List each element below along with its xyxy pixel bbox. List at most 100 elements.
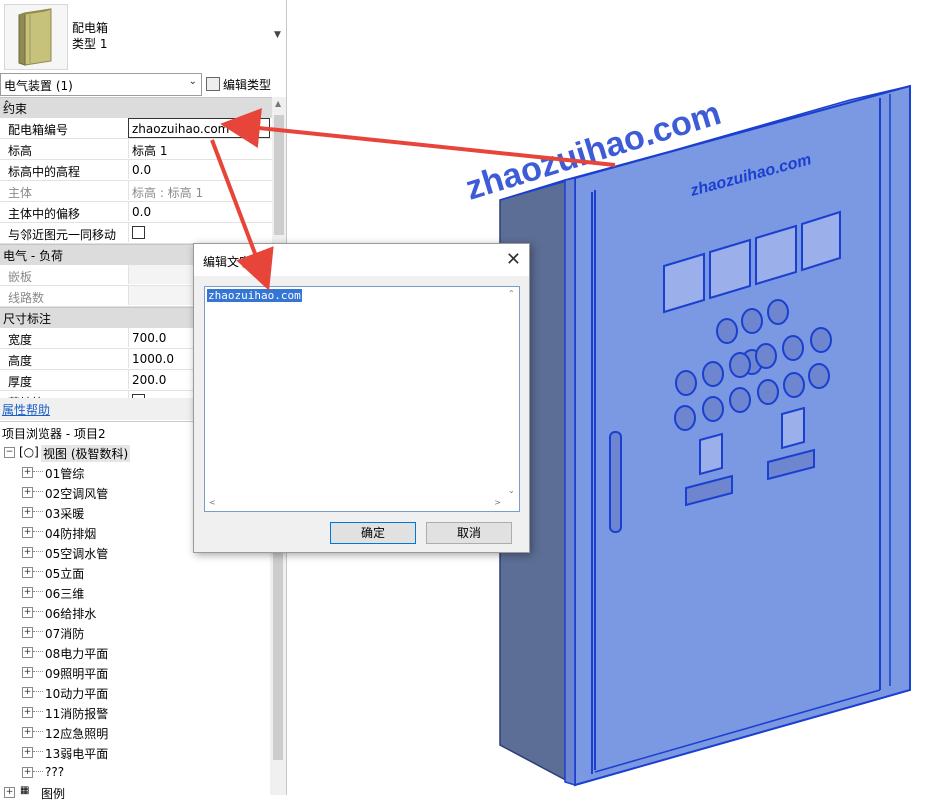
category-filter-select[interactable]: 电气装置 (1) ⌄ [0, 73, 202, 96]
tree-item-label: 10动力平面 [45, 687, 109, 701]
group-constraints[interactable]: 约束 ⌃ [0, 97, 272, 118]
expand-icon[interactable]: + [22, 727, 33, 738]
browser-title-text: 项目浏览器 - 项目2 [2, 427, 106, 441]
selected-text: zhaozuihao.com [207, 289, 302, 302]
tree-item-label: 12应急照明 [45, 727, 109, 741]
tree-connector [33, 671, 43, 672]
expand-icon[interactable]: + [22, 747, 33, 758]
expand-icon[interactable]: + [22, 547, 33, 558]
expand-icon[interactable]: + [22, 527, 33, 538]
scroll-left-icon[interactable]: < [209, 498, 216, 507]
legend-icon: ▦ [20, 785, 30, 796]
property-row: 主体 标高 : 标高 1 [0, 181, 272, 202]
textarea-vertical-scrollbar[interactable]: ⌃ ⌄ [505, 287, 519, 495]
door-handle [609, 431, 622, 533]
expand-icon[interactable]: + [22, 507, 33, 518]
tree-connector [33, 511, 43, 512]
tree-connector [33, 691, 43, 692]
tree-root-label: 图例 [41, 787, 66, 801]
property-row[interactable]: 标高中的高程 0.0 [0, 160, 272, 181]
expand-icon[interactable]: + [22, 667, 33, 678]
tree-item-label: 03采暖 [45, 507, 85, 521]
move-with-nearby-checkbox[interactable] [132, 226, 145, 239]
properties-help-link[interactable]: 属性帮助 [2, 401, 50, 418]
tree-root-legends[interactable]: + ▦ 图例 [0, 782, 270, 802]
tree-item[interactable]: +13弱电平面 [0, 742, 270, 762]
tree-item[interactable]: +06三维 [0, 582, 270, 602]
tree-item-label: 05立面 [45, 567, 85, 581]
edit-text-textarea[interactable]: zhaozuihao.com ⌃ ⌄ < > [204, 286, 520, 512]
tree-item[interactable]: +06给排水 [0, 602, 270, 622]
expand-icon[interactable]: + [22, 707, 33, 718]
door-edge [564, 177, 576, 787]
tree-connector [33, 551, 43, 552]
type-dropdown-icon[interactable]: ▼ [274, 30, 281, 40]
expand-icon[interactable]: + [22, 687, 33, 698]
property-key: 嵌板 [8, 270, 33, 284]
property-value: 0.0 [132, 163, 152, 177]
type-selector[interactable]: 配电箱 类型 1 ▼ [0, 0, 286, 72]
property-value-cell[interactable]: 0.0 [128, 202, 269, 221]
property-row[interactable]: 配电箱编号 zhaozuihao.com [0, 118, 272, 139]
property-key: 主体中的偏移 [8, 207, 81, 221]
property-key: 宽度 [8, 333, 33, 347]
expand-icon[interactable]: + [22, 647, 33, 658]
property-value: 标高 1 [132, 144, 168, 158]
tree-connector [33, 491, 43, 492]
expand-icon[interactable]: + [4, 787, 15, 798]
property-key: 配电箱编号 [8, 123, 69, 137]
property-value-input[interactable]: zhaozuihao.com [128, 118, 270, 138]
property-row[interactable]: 与邻近图元一同移动 [0, 223, 272, 244]
expand-icon[interactable]: + [22, 607, 33, 618]
tree-item[interactable]: +05立面 [0, 562, 270, 582]
tree-item-label: ??? [45, 765, 65, 779]
cabinet-thumbnail-icon [18, 8, 52, 66]
collapse-icon: ⌃ [3, 100, 11, 110]
cabinet-door-face [574, 84, 911, 787]
ok-button[interactable]: 确定 [330, 522, 416, 544]
tree-item[interactable]: +11消防报警 [0, 702, 270, 722]
expand-icon[interactable]: + [22, 767, 33, 778]
expand-icon[interactable]: + [22, 567, 33, 578]
tree-connector [33, 611, 43, 612]
tree-item-label: 05空调水管 [45, 547, 109, 561]
tree-item-label: 06给排水 [45, 607, 97, 621]
edit-type-label: 编辑类型 [223, 77, 272, 92]
tree-item-label: 06三维 [45, 587, 85, 601]
cancel-button[interactable]: 取消 [426, 522, 512, 544]
type-label: 类型 1 [72, 37, 108, 51]
tree-item[interactable]: +08电力平面 [0, 642, 270, 662]
scrollbar-thumb[interactable] [274, 115, 284, 235]
tree-root-label: 视图 (极智数科) [41, 445, 131, 462]
tree-item[interactable]: +09照明平面 [0, 662, 270, 682]
property-value-cell[interactable]: 0.0 [128, 160, 269, 179]
tree-item-label: 04防排烟 [45, 527, 97, 541]
tree-item-label: 01管综 [45, 467, 85, 481]
tree-item[interactable]: +10动力平面 [0, 682, 270, 702]
expand-icon[interactable]: + [22, 467, 33, 478]
tree-item-label: 08电力平面 [45, 647, 109, 661]
close-icon[interactable]: ✕ [506, 249, 521, 270]
collapse-icon[interactable]: − [4, 447, 15, 458]
textarea-horizontal-scrollbar[interactable]: < > [205, 497, 505, 511]
expand-icon[interactable]: + [22, 627, 33, 638]
expand-icon[interactable]: + [22, 487, 33, 498]
edit-type-button[interactable]: 编辑类型 [206, 74, 271, 94]
scroll-up-icon[interactable]: ▲ [275, 99, 281, 108]
tree-item[interactable]: +07消防 [0, 622, 270, 642]
scroll-down-icon[interactable]: ⌄ [508, 486, 515, 495]
property-value: 标高 : 标高 1 [132, 186, 204, 200]
property-key: 与邻近图元一同移动 [8, 228, 117, 242]
property-value-cell[interactable]: 标高 1 [128, 139, 269, 158]
scroll-right-icon[interactable]: > [494, 498, 501, 507]
type-thumbnail [4, 4, 68, 70]
dialog-titlebar[interactable]: 编辑文字 ✕ [194, 244, 529, 276]
tree-item[interactable]: +??? [0, 762, 270, 782]
expand-icon[interactable]: + [22, 587, 33, 598]
tree-item[interactable]: +12应急照明 [0, 722, 270, 742]
property-row[interactable]: 主体中的偏移 0.0 [0, 202, 272, 223]
views-icon: [○] [19, 445, 39, 459]
property-row[interactable]: 标高 标高 1 [0, 139, 272, 160]
scroll-up-icon[interactable]: ⌃ [508, 289, 515, 298]
property-key: 厚度 [8, 375, 33, 389]
